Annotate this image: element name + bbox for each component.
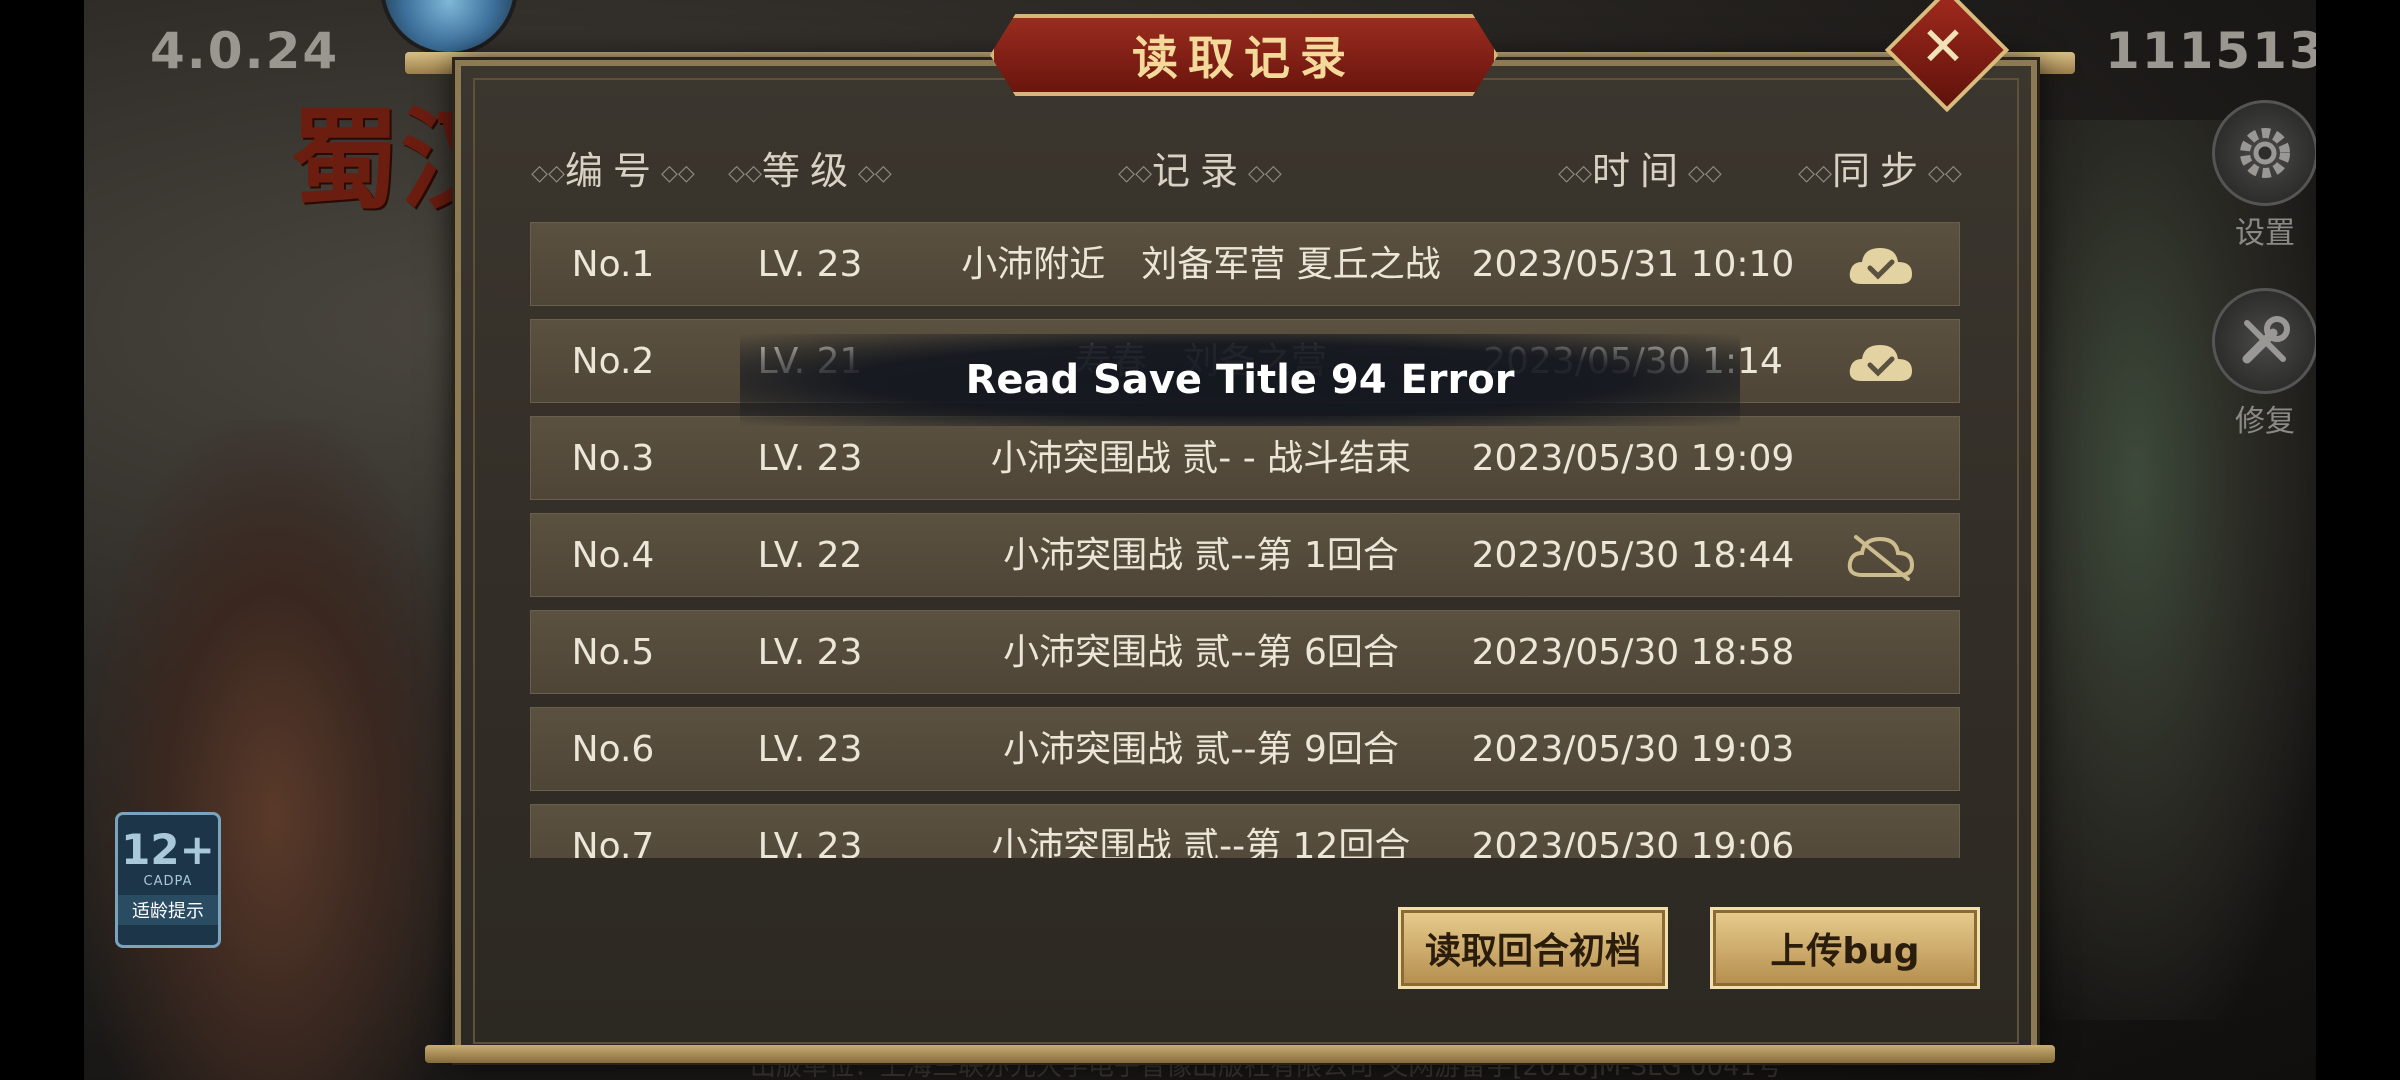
record-time: 2023/05/30 18:44	[1471, 535, 1795, 576]
record-time: 2023/05/30 19:06	[1471, 826, 1795, 858]
record-time: 2023/05/30 19:03	[1471, 729, 1795, 770]
player-avatar[interactable]	[380, 0, 518, 56]
record-number: No.4	[571, 535, 655, 576]
record-title: 小沛突围战 贰--第 6回合	[1003, 632, 1399, 673]
record-number: No.6	[571, 729, 655, 770]
background-general-art	[2016, 120, 2316, 1020]
close-x-icon[interactable]: ✕	[1903, 6, 1983, 86]
column-header-time: ◇◇时间◇◇	[1558, 149, 1722, 193]
record-level: LV. 23	[757, 244, 863, 285]
upload-bug-label: 上传bug	[1770, 931, 1920, 972]
record-level: LV. 23	[757, 729, 863, 770]
record-time: 2023/05/30 18:58	[1471, 632, 1795, 673]
record-number: No.2	[571, 341, 655, 382]
age-rating-tip: 适龄提示	[118, 895, 218, 925]
record-time: 2023/05/30 19:09	[1471, 438, 1795, 479]
column-header-sync: ◇◇同步◇◇	[1798, 149, 1962, 193]
record-time: 2023/05/31 10:10	[1471, 244, 1795, 285]
record-title: 小沛突围战 贰--第 9回合	[1003, 729, 1399, 770]
load-round-start-button[interactable]: 读取回合初档	[1398, 907, 1668, 989]
record-number: No.7	[571, 826, 655, 858]
settings-label: 设置	[2235, 216, 2295, 251]
record-row[interactable]: No.5 LV. 23 小沛突围战 贰--第 6回合 2023/05/30 18…	[530, 610, 1960, 694]
cloud-check-icon	[1849, 345, 1912, 381]
record-number: No.1	[571, 244, 655, 285]
age-rating-number: 12+	[121, 825, 215, 874]
cloud-check-icon	[1849, 248, 1912, 284]
record-number: No.5	[571, 632, 655, 673]
upload-bug-button[interactable]: 上传bug	[1710, 907, 1980, 989]
error-toast: Read Save Title 94 Error	[740, 334, 1740, 426]
record-title: 小沛附近 刘备军营 夏丘之战	[961, 244, 1441, 285]
column-header-number: ◇◇编号◇◇	[531, 149, 695, 193]
left-letterbox	[0, 0, 84, 1080]
record-title: 小沛突围战 贰--第 1回合	[1003, 535, 1399, 576]
gear-icon	[2212, 100, 2318, 206]
record-row[interactable]: No.3 LV. 23 小沛突围战 贰- - 战斗结束 2023/05/30 1…	[530, 416, 1960, 500]
dialog-bottom-rail	[425, 1045, 2055, 1063]
error-toast-text: Read Save Title 94 Error	[965, 357, 1515, 403]
record-title: 小沛突围战 贰- - 战斗结束	[990, 438, 1412, 479]
record-level: LV. 23	[757, 438, 863, 479]
record-title: 小沛突围战 贰--第 12回合	[991, 826, 1411, 858]
background-warrior-art	[84, 420, 464, 1080]
dialog-title: 读取记录	[1132, 31, 1356, 85]
record-row[interactable]: No.1 LV. 23 小沛附近 刘备军营 夏丘之战 2023/05/31 10…	[530, 222, 1960, 306]
game-screen: 4.0.24 1115137 蜀汉 设置 修复 12+ CADPA 适龄提示 出…	[0, 0, 2400, 1080]
column-header-level: ◇◇等级◇◇	[728, 149, 892, 193]
record-number: No.3	[571, 438, 655, 479]
column-header-record: ◇◇记录◇◇	[1118, 149, 1282, 193]
right-letterbox	[2316, 0, 2400, 1080]
dialog-title-plate: 读取记录	[990, 14, 1498, 96]
age-rating-org: CADPA	[143, 874, 193, 889]
repair-button[interactable]: 修复	[2210, 288, 2320, 440]
repair-label: 修复	[2235, 404, 2295, 439]
age-rating-badge[interactable]: 12+ CADPA 适龄提示	[115, 812, 221, 948]
record-level: LV. 23	[757, 826, 863, 858]
load-round-start-label: 读取回合初档	[1424, 931, 1641, 972]
wrench-icon	[2212, 288, 2318, 394]
record-row[interactable]: No.6 LV. 23 小沛突围战 贰--第 9回合 2023/05/30 19…	[530, 707, 1960, 791]
record-level: LV. 23	[757, 632, 863, 673]
record-row[interactable]: No.4 LV. 22 小沛突围战 贰--第 1回合 2023/05/30 18…	[530, 513, 1960, 597]
records-list[interactable]: No.1 LV. 23 小沛附近 刘备军营 夏丘之战 2023/05/31 10…	[530, 222, 1960, 858]
record-level: LV. 22	[757, 535, 863, 576]
cloud-off-icon	[1847, 535, 1915, 581]
record-row[interactable]: No.7 LV. 23 小沛突围战 贰--第 12回合 2023/05/30 1…	[530, 804, 1960, 858]
settings-button[interactable]: 设置	[2210, 100, 2320, 252]
